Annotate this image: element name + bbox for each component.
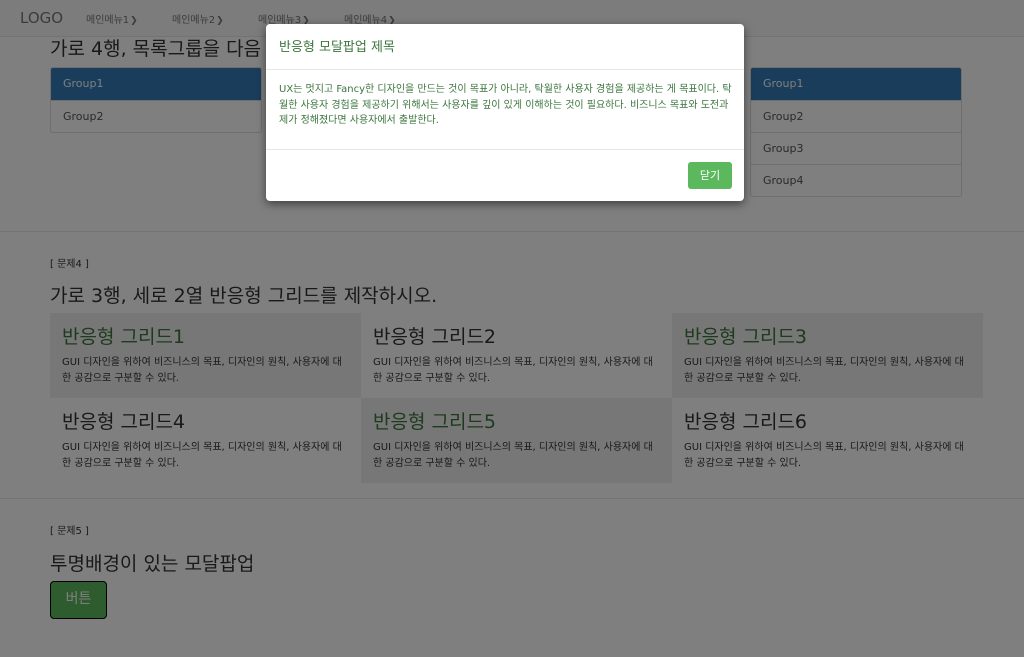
modal-body-text: UX는 멋지고 Fancy한 디자인을 만드는 것이 목표가 아니라, 탁월한 …	[279, 84, 732, 126]
modal-footer: 닫기	[266, 149, 744, 201]
modal-dialog: 반응형 모달팝업 제목 UX는 멋지고 Fancy한 디자인을 만드는 것이 목…	[266, 24, 744, 201]
close-button[interactable]: 닫기	[688, 162, 732, 189]
modal-header: 반응형 모달팝업 제목	[266, 24, 744, 70]
modal-title: 반응형 모달팝업 제목	[279, 40, 395, 55]
